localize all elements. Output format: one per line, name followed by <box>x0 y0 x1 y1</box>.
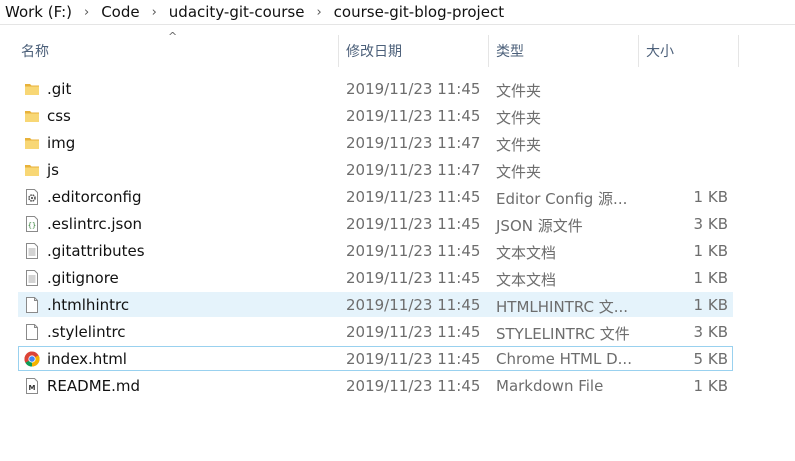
file-name: .git <box>47 80 72 98</box>
chevron-right-icon[interactable]: › <box>76 5 97 20</box>
file-type: 文件夹 <box>496 82 542 100</box>
file-modified-date: 2019/11/23 11:45 <box>346 80 481 98</box>
file-modified-date: 2019/11/23 11:45 <box>346 350 481 368</box>
file-modified-date: 2019/11/23 11:47 <box>346 161 481 179</box>
file-type: 文件夹 <box>496 163 542 181</box>
file-type: JSON 源文件 <box>496 217 583 235</box>
file-modified-date: 2019/11/23 11:45 <box>346 242 481 260</box>
svg-text:{}: {} <box>28 222 36 230</box>
file-modified-date: 2019/11/23 11:45 <box>346 188 481 206</box>
column-header-bar: ^ 名称 修改日期 类型 大小 <box>0 30 795 69</box>
breadcrumb-code[interactable]: Code <box>97 3 143 21</box>
file-name: .eslintrc.json <box>47 215 143 233</box>
file-row[interactable]: img 2019/11/23 11:47 文件夹 <box>18 130 733 155</box>
file-size: 1 KB <box>693 377 728 395</box>
file-row[interactable]: .stylelintrc 2019/11/23 11:45 STYLELINTRC … <box>18 319 733 344</box>
column-header-size-label: 大小 <box>646 44 674 60</box>
file-row[interactable]: js 2019/11/23 11:47 文件夹 <box>18 157 733 182</box>
file-name: img <box>47 134 76 152</box>
file-name: .editorconfig <box>47 188 142 206</box>
file-name: README.md <box>47 377 141 395</box>
file-modified-date: 2019/11/23 11:45 <box>346 377 481 395</box>
file-name: .gitattributes <box>47 242 145 260</box>
file-modified-date: 2019/11/23 11:45 <box>346 269 481 287</box>
file-modified-date: 2019/11/23 11:45 <box>346 323 481 341</box>
gear-file-icon <box>24 189 40 205</box>
file-row[interactable]: .gitattributes 2019/11/23 11:45 文本文档 1 KB <box>18 238 733 263</box>
text-file-icon <box>24 270 40 286</box>
file-name: css <box>47 107 71 125</box>
file-size: 1 KB <box>693 296 728 314</box>
file-type: HTMLHINTRC 文... <box>496 298 629 316</box>
breadcrumb-drive[interactable]: Work (F:) <box>0 3 76 21</box>
file-type: STYLELINTRC 文件 <box>496 325 630 343</box>
folder-icon <box>24 108 40 124</box>
folder-icon <box>24 135 40 151</box>
column-header-type[interactable]: 类型 <box>489 33 638 69</box>
file-modified-date: 2019/11/23 11:45 <box>346 107 481 125</box>
file-row[interactable]: css 2019/11/23 11:45 文件夹 <box>18 103 733 128</box>
file-size: 5 KB <box>693 350 728 368</box>
file-row[interactable]: .gitignore 2019/11/23 11:45 文本文档 1 KB <box>18 265 733 290</box>
column-header-date-label: 修改日期 <box>346 44 402 60</box>
file-type: 文件夹 <box>496 136 542 154</box>
breadcrumb-udacity-git-course[interactable]: udacity-git-course <box>165 3 309 21</box>
file-type: 文本文档 <box>496 271 557 289</box>
column-header-name-label: 名称 <box>21 44 49 60</box>
file-size: 1 KB <box>693 188 728 206</box>
file-name: js <box>47 161 59 179</box>
file-row[interactable]: .htmlhintrc 2019/11/23 11:45 HTMLHINTRC 文.… <box>18 292 733 317</box>
file-row[interactable]: .git 2019/11/23 11:45 文件夹 <box>18 76 733 101</box>
file-size: 3 KB <box>693 215 728 233</box>
file-type: Editor Config 源... <box>496 190 628 208</box>
chevron-right-icon[interactable]: › <box>308 5 329 20</box>
file-type: 文本文档 <box>496 244 557 262</box>
file-type: 文件夹 <box>496 109 542 127</box>
column-divider[interactable] <box>738 35 739 67</box>
file-row[interactable]: {} .eslintrc.json 2019/11/23 11:45 JSON 源文件… <box>18 211 733 236</box>
file-size: 1 KB <box>693 242 728 260</box>
chrome-icon <box>24 351 40 367</box>
json-file-icon: {} <box>24 216 40 232</box>
text-file-icon <box>24 243 40 259</box>
column-header-type-label: 类型 <box>496 44 524 60</box>
file-name: .stylelintrc <box>47 323 126 341</box>
blank-file-icon <box>24 297 40 313</box>
chevron-right-icon[interactable]: › <box>144 5 165 20</box>
file-row[interactable]: .editorconfig 2019/11/23 11:45 Editor Conf… <box>18 184 733 209</box>
folder-icon <box>24 81 40 97</box>
file-modified-date: 2019/11/23 11:45 <box>346 215 481 233</box>
file-name: index.html <box>47 350 127 368</box>
breadcrumb: Work (F:) › Code › udacity-git-course › … <box>0 0 795 25</box>
file-modified-date: 2019/11/23 11:47 <box>346 134 481 152</box>
file-name: .htmlhintrc <box>47 296 130 314</box>
blank-file-icon <box>24 324 40 340</box>
column-header-name[interactable]: 名称 <box>14 33 338 69</box>
file-size: 1 KB <box>693 269 728 287</box>
file-type: Markdown File <box>496 377 604 395</box>
folder-icon <box>24 162 40 178</box>
column-header-date[interactable]: 修改日期 <box>339 33 488 69</box>
column-header-size[interactable]: 大小 <box>639 33 738 69</box>
file-name: .gitignore <box>47 269 119 287</box>
file-row[interactable]: index.html 2019/11/23 11:45 Chrome HTML D.… <box>18 346 733 371</box>
file-modified-date: 2019/11/23 11:45 <box>346 296 481 314</box>
file-type: Chrome HTML D... <box>496 350 632 368</box>
file-size: 3 KB <box>693 323 728 341</box>
breadcrumb-current-folder[interactable]: course-git-blog-project <box>330 3 508 21</box>
svg-text:M: M <box>29 384 36 392</box>
file-row[interactable]: M README.md 2019/11/23 11:45 Markdown File 1… <box>18 373 733 398</box>
markdown-file-icon: M <box>24 378 40 394</box>
